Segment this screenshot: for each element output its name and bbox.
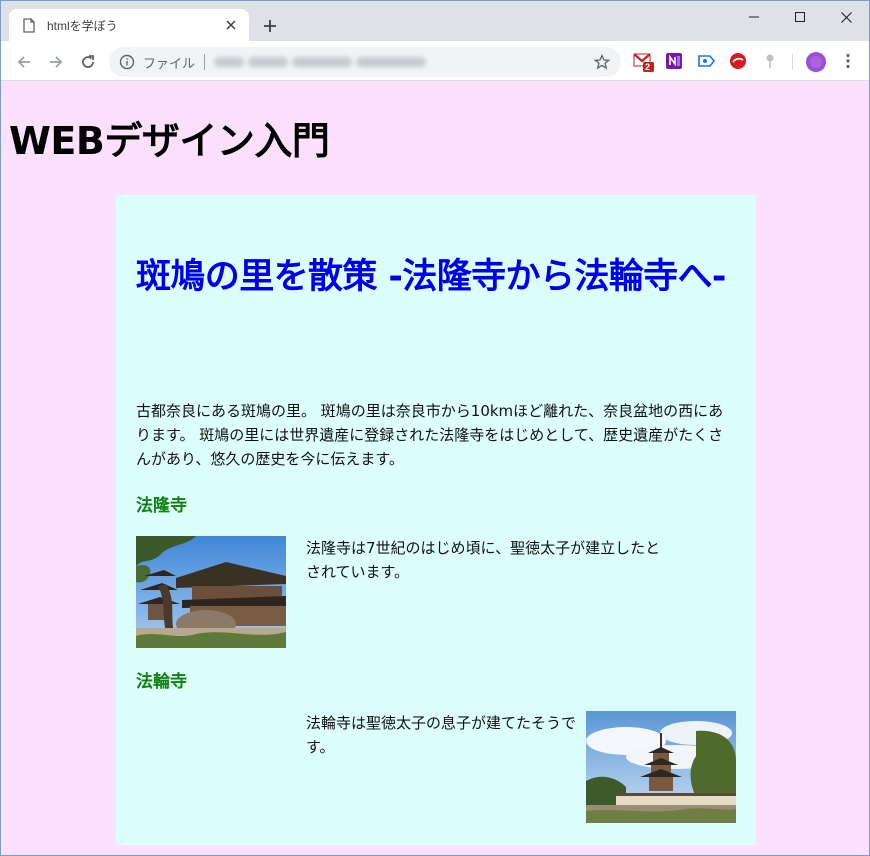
tab-strip: htmlを学ぼう (1, 1, 869, 41)
toolbar-divider (792, 54, 793, 70)
document-icon (23, 17, 35, 33)
web-page: WEBデザイン入門 斑鳩の里を散策 -法隆寺から法輪寺へ- 古都奈良にある斑鳩の… (1, 82, 869, 855)
horyuji-temple-photo (136, 536, 286, 648)
section-text-horinji: 法輪寺は聖徳太子の息子が建てたそうです。 (306, 714, 577, 756)
new-tab-icon[interactable] (260, 16, 280, 36)
maximize-icon[interactable] (777, 1, 823, 33)
browser-tab[interactable]: htmlを学ぼう (9, 9, 249, 41)
minimize-icon[interactable] (731, 1, 777, 33)
tab-title: htmlを学ぼう (47, 18, 118, 33)
browser-toolbar: ファイル 2 (1, 41, 869, 81)
url-scheme-label: ファイル (143, 55, 196, 71)
article-title: 斑鳩の里を散策 -法隆寺から法輪寺へ- (136, 257, 726, 297)
gmail-extension-icon[interactable]: 2 (633, 52, 654, 72)
address-divider (204, 54, 206, 70)
horinji-pagoda-photo (586, 711, 736, 823)
pin-extension-icon[interactable] (761, 52, 781, 72)
forward-arrow-icon[interactable] (45, 51, 67, 73)
section-text-horyuji: 法隆寺は7世紀のはじめ頃に、聖徳太子が建立したとされています。 (306, 539, 661, 581)
browser-window: htmlを学ぼう ファイル 2 WEBデザイン入門 斑鳩の里を散策 -法隆寺から… (0, 0, 870, 856)
more-menu-icon[interactable] (839, 52, 859, 72)
back-arrow-icon[interactable] (13, 51, 35, 73)
article-container: 斑鳩の里を散策 -法隆寺から法輪寺へ- 古都奈良にある斑鳩の里。 斑鳩の里は奈良… (116, 195, 756, 845)
section-heading-horinji: 法輪寺 (136, 672, 187, 692)
close-window-icon[interactable] (823, 1, 869, 33)
address-bar[interactable]: ファイル (109, 47, 621, 77)
trend-micro-extension-icon[interactable] (729, 52, 749, 72)
onenote-extension-icon[interactable] (665, 52, 685, 72)
article-intro: 古都奈良にある斑鳩の里。 斑鳩の里は奈良市から10kmほど離れた、奈良盆地の西に… (136, 402, 724, 468)
info-icon[interactable] (119, 54, 135, 70)
profile-avatar[interactable] (805, 51, 827, 73)
reload-icon[interactable] (77, 51, 99, 73)
site-title: WEBデザイン入門 (9, 119, 330, 163)
close-tab-icon[interactable] (223, 17, 239, 33)
notification-badge: 2 (645, 62, 651, 72)
section-heading-horyuji: 法隆寺 (136, 496, 187, 516)
bookmark-star-icon[interactable] (593, 53, 611, 71)
blurred-url (214, 56, 593, 68)
tag-extension-icon[interactable] (697, 52, 717, 72)
